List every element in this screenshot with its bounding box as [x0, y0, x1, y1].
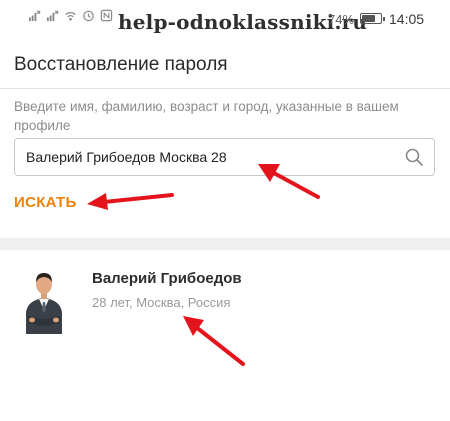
hint-text: Введите имя, фамилию, возраст и город, у…	[14, 99, 399, 133]
search-icon[interactable]	[404, 147, 424, 167]
status-bar: help-odnoklassniki.ru 74% 14:05	[0, 0, 450, 36]
search-input-value[interactable]: Валерий Грибоедов Москва 28	[26, 149, 227, 165]
signal-icon	[28, 10, 41, 22]
search-result-item[interactable]: Валерий Грибоедов 28 лет, Москва, Россия	[0, 250, 450, 350]
section-separator	[0, 238, 450, 250]
search-button[interactable]: ИСКАТЬ	[14, 194, 77, 211]
wifi-icon	[65, 12, 76, 21]
battery-fill	[362, 15, 375, 22]
clock: 14:05	[389, 11, 425, 27]
search-input[interactable]: Валерий Грибоедов Москва 28	[14, 138, 435, 176]
page-title: Восстановление пароля	[14, 54, 228, 75]
status-icons	[28, 9, 113, 22]
battery-percent: 74%	[328, 12, 355, 27]
battery-icon	[360, 13, 385, 24]
signal-icon	[46, 10, 59, 22]
avatar	[26, 273, 62, 334]
result-name[interactable]: Валерий Грибоедов	[92, 270, 242, 287]
nfc-icon	[100, 9, 113, 22]
header-divider	[0, 88, 450, 89]
annotation-arrow	[87, 193, 174, 210]
result-meta: 28 лет, Москва, Россия	[92, 295, 231, 310]
alarm-icon	[83, 10, 94, 22]
